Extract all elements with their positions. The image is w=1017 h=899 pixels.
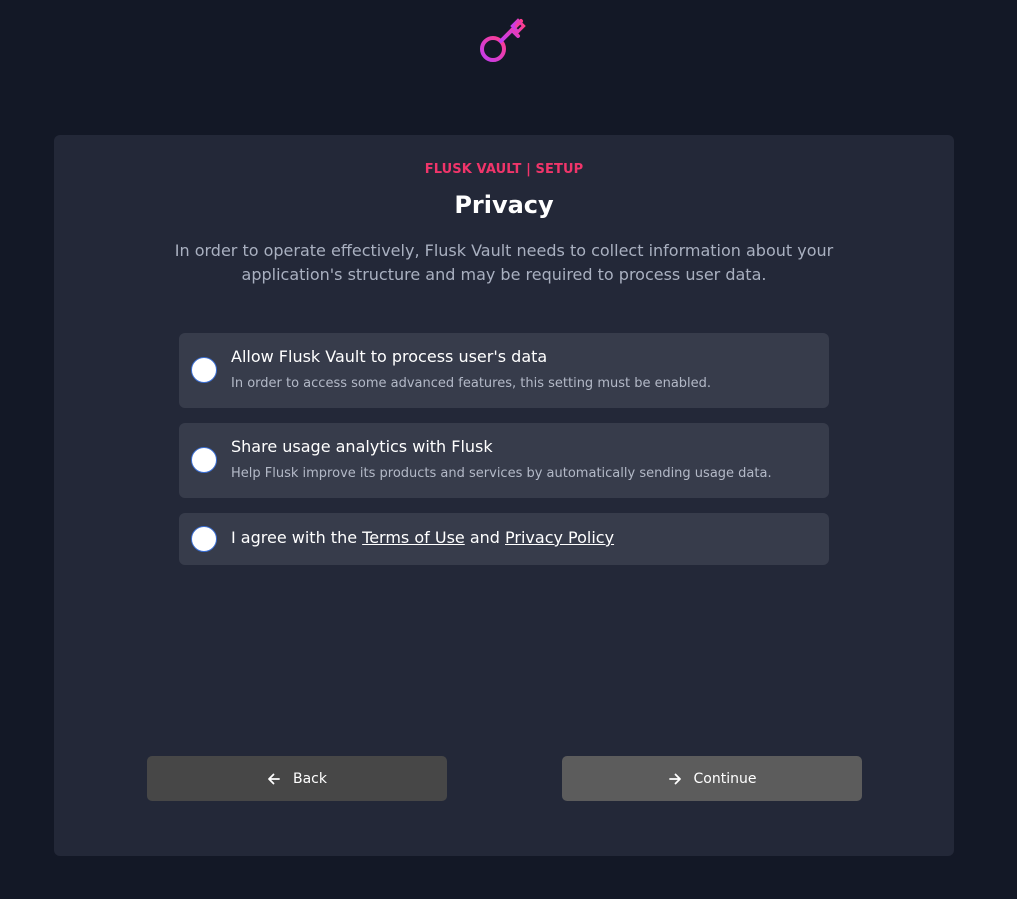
agreement-radio[interactable]: [191, 526, 217, 552]
back-button[interactable]: Back: [147, 756, 447, 801]
option-subtitle: In order to access some advanced feature…: [231, 376, 712, 391]
share-analytics-radio[interactable]: [191, 447, 217, 473]
option-subtitle: Help Flusk improve its products and serv…: [231, 466, 772, 481]
continue-button[interactable]: Continue: [562, 756, 862, 801]
key-icon: [478, 16, 530, 66]
privacy-policy-link[interactable]: Privacy Policy: [505, 528, 614, 547]
option-share-analytics[interactable]: Share usage analytics with Flusk Help Fl…: [179, 423, 829, 498]
process-user-data-radio[interactable]: [191, 357, 217, 383]
continue-label: Continue: [693, 770, 757, 787]
option-agreement[interactable]: I agree with the Terms of Use and Privac…: [179, 513, 829, 565]
agreement-text: I agree with the Terms of Use and Privac…: [231, 528, 614, 547]
arrow-right-icon: [668, 772, 682, 786]
page-description: In order to operate effectively, Flusk V…: [174, 241, 834, 284]
agreement-prefix: I agree with the: [231, 528, 363, 547]
setup-card: FLUSK VAULT | SETUP Privacy In order to …: [54, 135, 954, 856]
option-process-user-data[interactable]: Allow Flusk Vault to process user's data…: [179, 333, 829, 408]
back-label: Back: [293, 770, 327, 787]
setup-eyebrow: FLUSK VAULT | SETUP: [424, 162, 584, 177]
arrow-left-icon: [267, 772, 281, 786]
page-title: Privacy: [454, 191, 554, 219]
agreement-middle: and: [464, 528, 506, 547]
option-title: Allow Flusk Vault to process user's data: [231, 347, 548, 366]
setup-page: FLUSK VAULT | SETUP Privacy In order to …: [0, 0, 1017, 899]
terms-of-use-link[interactable]: Terms of Use: [362, 528, 465, 547]
option-title: Share usage analytics with Flusk: [231, 437, 493, 456]
